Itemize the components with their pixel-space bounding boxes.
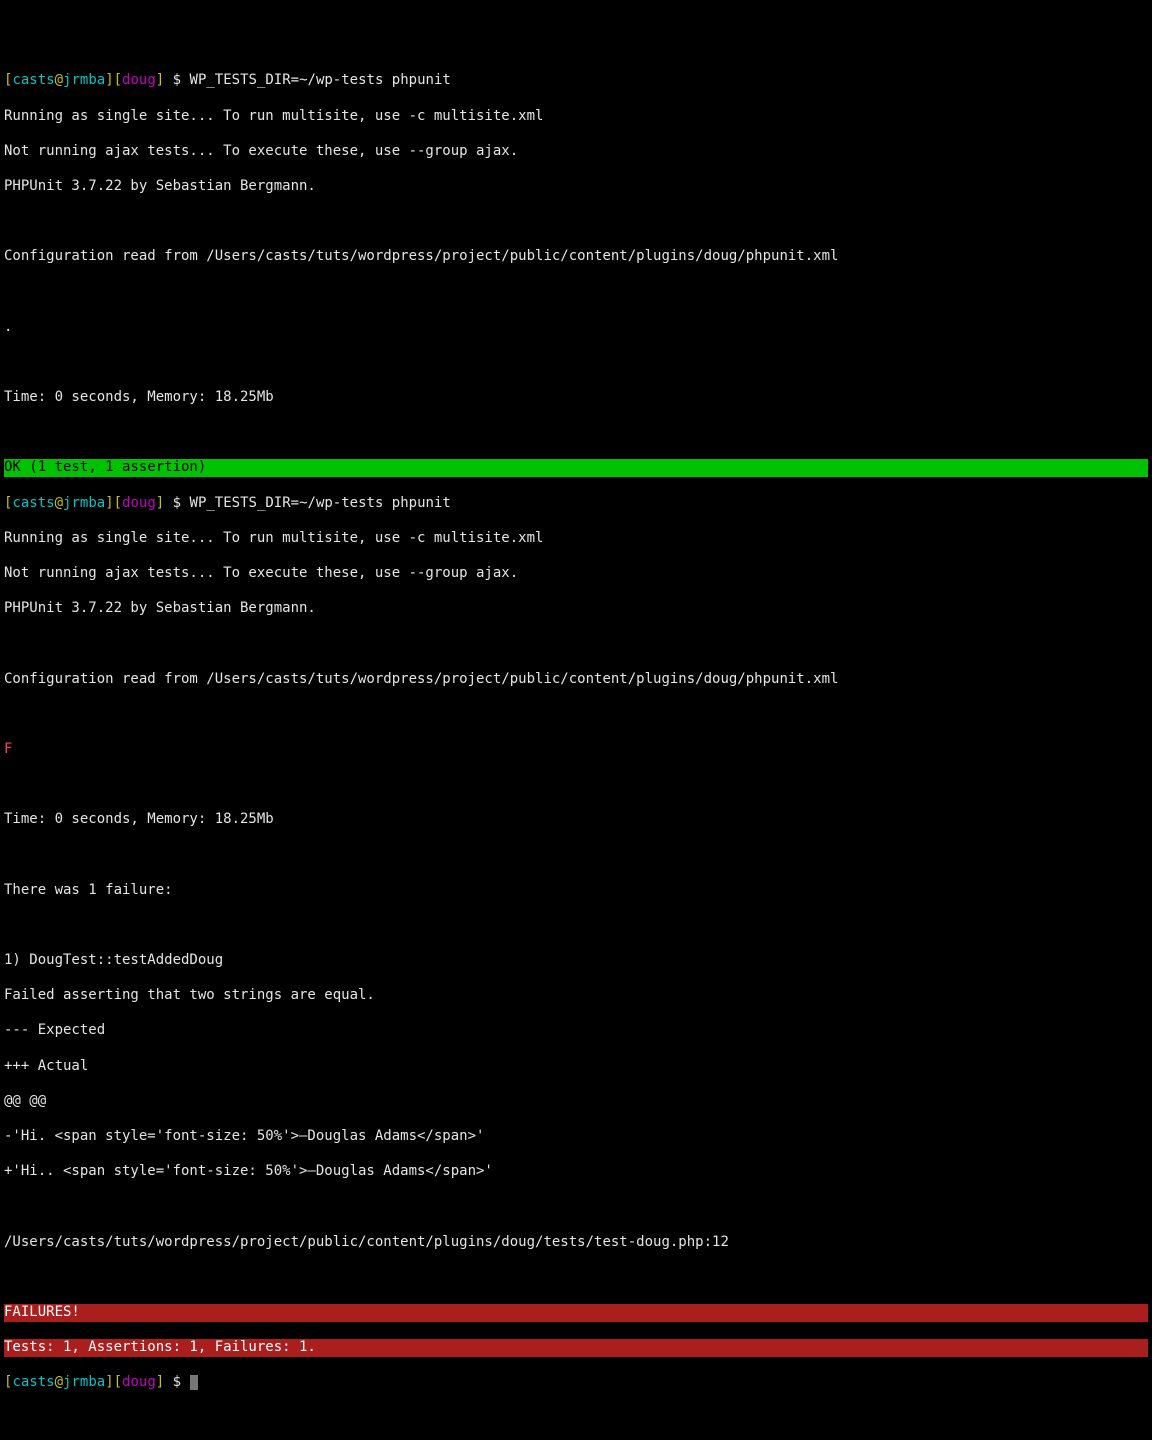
diff-hunk: @@ @@: [4, 1093, 1148, 1111]
stack-trace: /Users/casts/tuts/wordpress/project/publ…: [4, 1234, 1148, 1252]
output-ajax: Not running ajax tests... To execute the…: [4, 143, 1148, 161]
diff-plus: +'Hi.. <span style='font-size: 50%'>—Dou…: [4, 1163, 1148, 1181]
prompt-line-1: [casts@jrmba][doug] $ WP_TESTS_DIR=~/wp-…: [4, 72, 1148, 90]
diff-minus: -'Hi. <span style='font-size: 50%'>—Doug…: [4, 1128, 1148, 1146]
failures-stats: Tests: 1, Assertions: 1, Failures: 1.: [4, 1339, 1148, 1357]
cursor[interactable]: [190, 1375, 198, 1390]
time-memory: Time: 0 seconds, Memory: 18.25Mb: [4, 389, 1148, 407]
failures-banner: FAILURES!: [4, 1304, 1148, 1322]
ok-banner: OK (1 test, 1 assertion): [4, 459, 1148, 477]
progress-fail: F: [4, 741, 1148, 759]
time-memory-2: Time: 0 seconds, Memory: 18.25Mb: [4, 811, 1148, 829]
assert-message: Failed asserting that two strings are eq…: [4, 987, 1148, 1005]
prompt-user: casts: [12, 72, 54, 88]
test-name: 1) DougTest::testAddedDoug: [4, 952, 1148, 970]
output-version: PHPUnit 3.7.22 by Sebastian Bergmann.: [4, 178, 1148, 196]
prompt-host: jrmba: [63, 72, 105, 88]
progress-dots: .: [4, 319, 1148, 337]
prompt-dir: doug: [122, 72, 156, 88]
command-text-2: WP_TESTS_DIR=~/wp-tests phpunit: [190, 495, 451, 511]
prompt-sigil: $: [173, 72, 181, 88]
failure-header: There was 1 failure:: [4, 882, 1148, 900]
output-config: Configuration read from /Users/casts/tut…: [4, 248, 1148, 266]
diff-expected: --- Expected: [4, 1022, 1148, 1040]
diff-actual: +++ Actual: [4, 1058, 1148, 1076]
command-text: WP_TESTS_DIR=~/wp-tests phpunit: [190, 72, 451, 88]
output-single-site: Running as single site... To run multisi…: [4, 108, 1148, 126]
prompt-line-3[interactable]: [casts@jrmba][doug] $: [4, 1374, 1148, 1392]
prompt-line-2: [casts@jrmba][doug] $ WP_TESTS_DIR=~/wp-…: [4, 495, 1148, 513]
